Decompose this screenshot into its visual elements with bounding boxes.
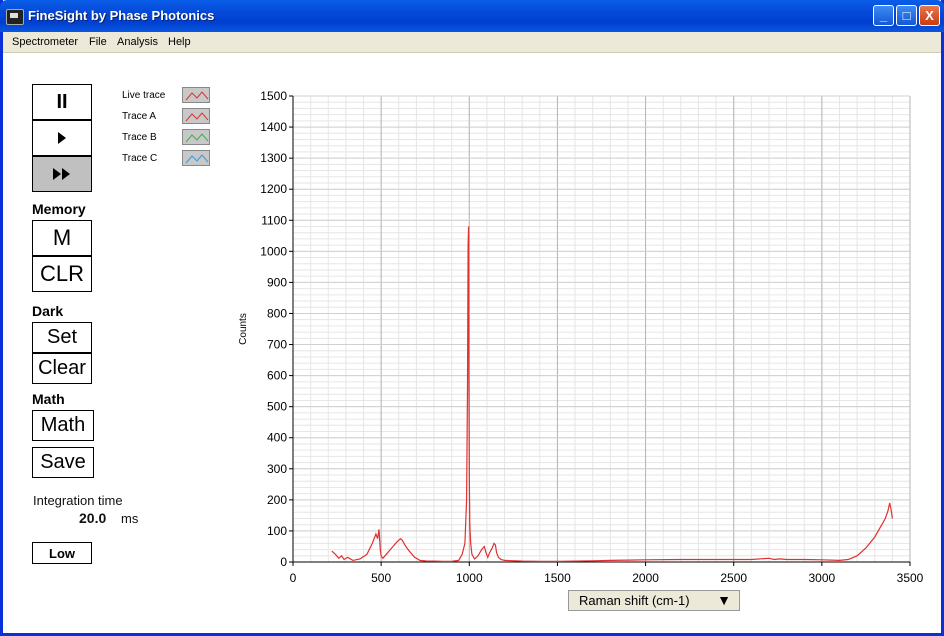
main-panel: II Memory M CLR Dark Set Clear Math Math… — [3, 53, 941, 633]
y-tick-label: 100 — [267, 524, 287, 538]
x-axis-unit-select[interactable]: Raman shift (cm-1) ▼ — [568, 590, 740, 611]
y-tick-label: 1400 — [260, 120, 287, 134]
x-tick-label: 0 — [290, 571, 297, 585]
x-tick-label: 2500 — [720, 571, 747, 585]
menu-spectrometer[interactable]: Spectrometer — [12, 36, 78, 48]
y-tick-label: 500 — [267, 400, 287, 414]
dropdown-arrow-icon: ▼ — [717, 592, 731, 608]
x-tick-label: 1000 — [456, 571, 483, 585]
menu-analysis[interactable]: Analysis — [117, 36, 158, 48]
app-icon — [6, 9, 24, 25]
spectrum-chart[interactable]: 0 100 200 300 400 500 600 700 800 900 1000 1100 1200… — [3, 53, 941, 633]
menu-bar: Spectrometer File Analysis Help — [3, 32, 941, 53]
x-tick-label: 3000 — [809, 571, 836, 585]
minimize-button[interactable]: _ — [873, 5, 894, 26]
x-tick-label: 500 — [371, 571, 391, 585]
title-bar[interactable]: FineSight by Phase Photonics _ □ X — [0, 0, 944, 32]
x-tick-label: 1500 — [544, 571, 571, 585]
y-tick-label: 800 — [267, 306, 287, 320]
y-tick-label: 1300 — [260, 151, 287, 165]
app-window: FineSight by Phase Photonics _ □ X Spect… — [0, 0, 944, 636]
y-tick-label: 1500 — [260, 89, 287, 103]
close-button[interactable]: X — [919, 5, 940, 26]
y-tick-label: 900 — [267, 275, 287, 289]
y-tick-label: 1100 — [261, 213, 287, 227]
y-tick-label: 1000 — [260, 244, 287, 258]
y-tick-label: 200 — [267, 493, 287, 507]
menu-help[interactable]: Help — [168, 36, 191, 48]
menu-file[interactable]: File — [89, 36, 107, 48]
x-axis-unit-value: Raman shift (cm-1) — [579, 593, 690, 608]
x-tick-label: 3500 — [897, 571, 924, 585]
maximize-button[interactable]: □ — [896, 5, 917, 26]
y-axis-label: Counts — [238, 313, 249, 345]
y-tick-label: 400 — [267, 431, 287, 445]
x-tick-label: 2000 — [632, 571, 659, 585]
y-tick-label: 1200 — [260, 182, 287, 196]
y-tick-label: 600 — [267, 369, 287, 383]
y-tick-label: 300 — [267, 462, 287, 476]
window-title: FineSight by Phase Photonics — [28, 8, 215, 23]
y-tick-label: 700 — [267, 338, 287, 352]
y-tick-label: 0 — [280, 555, 287, 569]
